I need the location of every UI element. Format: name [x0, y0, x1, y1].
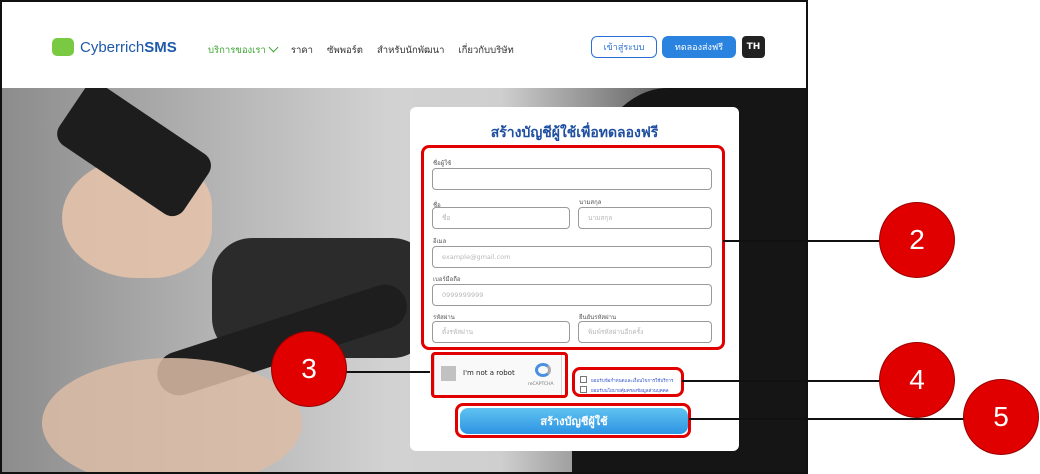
callout-line-3 [340, 371, 430, 373]
highlight-form-fields [421, 145, 725, 350]
callout-line-2 [723, 240, 888, 242]
hero-hand-lower [42, 358, 302, 472]
logo[interactable]: CyberrichSMS [52, 38, 177, 56]
main-nav: บริการของเรา ราคา ซัพพอร์ต สำหรับนักพัฒน… [208, 42, 514, 58]
login-button[interactable]: เข้าสู่ระบบ [591, 36, 657, 58]
callout-2: 2 [880, 203, 954, 277]
nav-support[interactable]: ซัพพอร์ต [327, 43, 363, 58]
nav-services-label: บริการของเรา [208, 45, 266, 56]
callout-line-5 [689, 418, 979, 420]
logo-prefix: Cyberrich [80, 38, 145, 56]
chat-bubble-icon [52, 38, 74, 56]
callout-5: 5 [964, 380, 1038, 454]
nav-developers[interactable]: สำหรับนักพัฒนา [377, 43, 444, 58]
nav-services[interactable]: บริการของเรา [208, 42, 279, 58]
nav-pricing[interactable]: ราคา [291, 43, 313, 58]
signup-title: สร้างบัญชีผู้ใช้เพื่อทดลองฟรี [490, 125, 659, 141]
try-free-button[interactable]: ทดลองส่งฟรี [662, 36, 736, 58]
callout-line-4 [682, 380, 888, 382]
site-header: CyberrichSMS บริการของเรา ราคา ซัพพอร์ต … [2, 2, 806, 88]
language-button[interactable]: TH [742, 36, 765, 58]
logo-suffix: SMS [144, 38, 177, 56]
chevron-down-icon [268, 42, 279, 53]
highlight-submit [455, 403, 691, 438]
nav-about[interactable]: เกี่ยวกับบริษัท [458, 43, 513, 58]
highlight-recaptcha [431, 352, 568, 398]
callout-4: 4 [880, 343, 954, 417]
highlight-consent [572, 367, 684, 397]
callout-3: 3 [272, 332, 346, 406]
browser-frame: CyberrichSMS บริการของเรา ราคา ซัพพอร์ต … [0, 0, 808, 474]
